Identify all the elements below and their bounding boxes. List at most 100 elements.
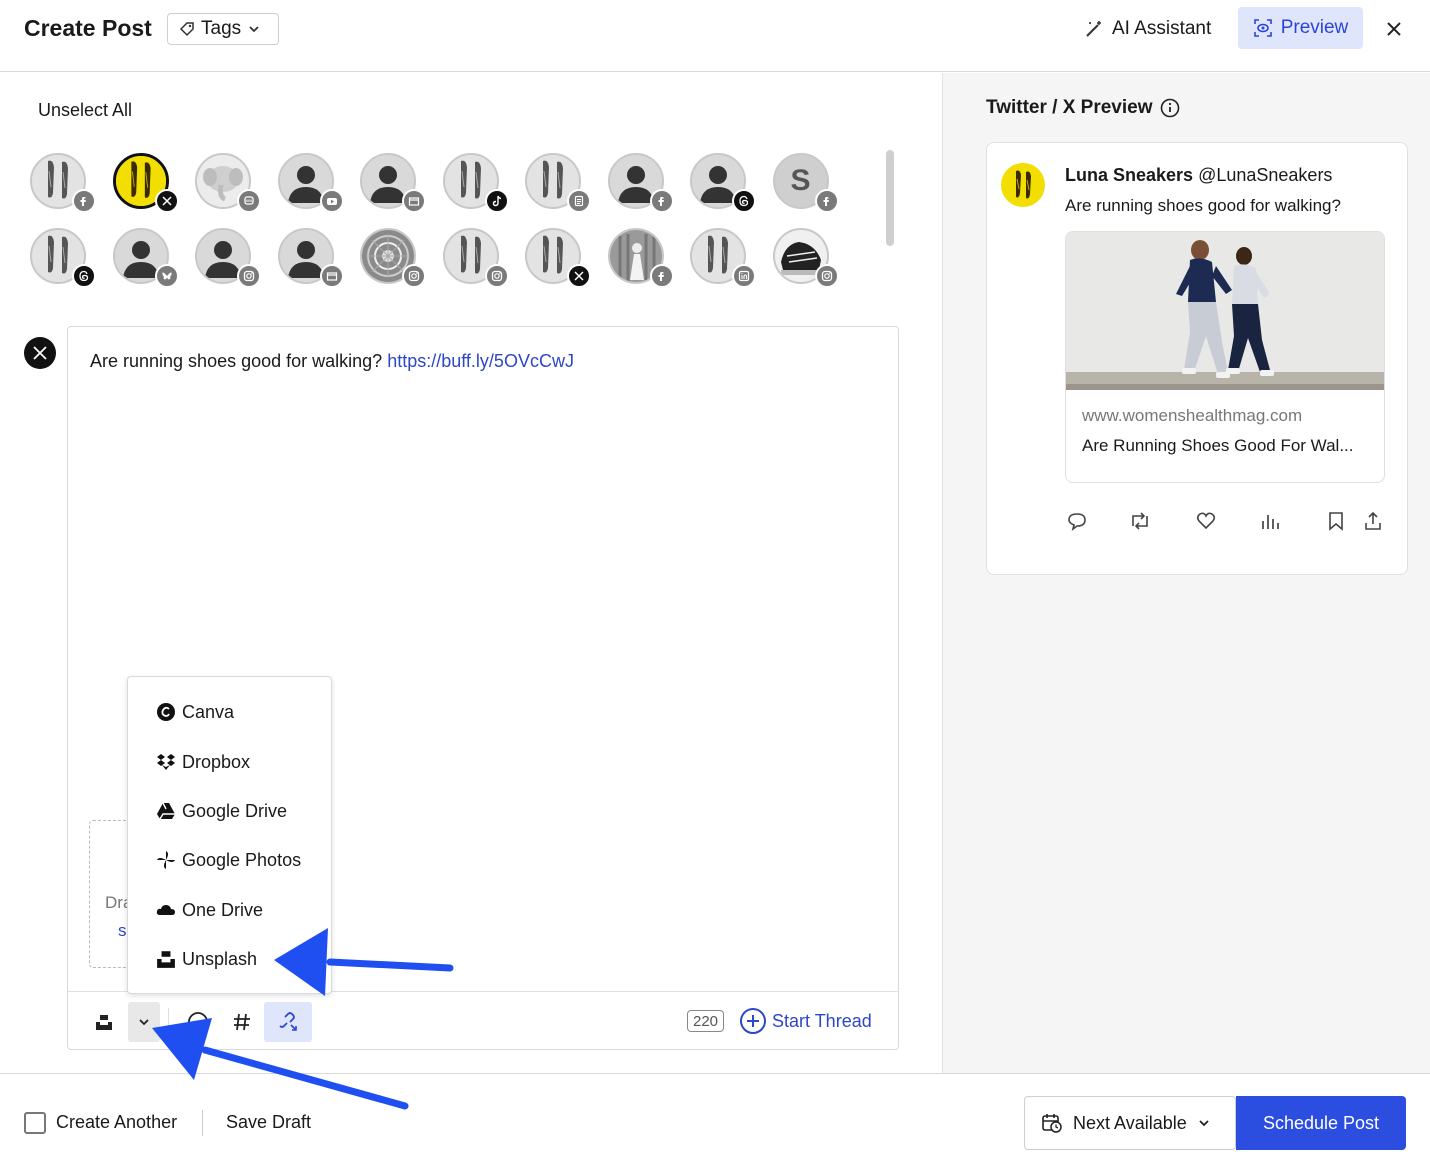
- dropzone-link[interactable]: s: [118, 921, 127, 941]
- create-another-label[interactable]: Create Another: [56, 1112, 177, 1133]
- unsplash-icon: [96, 1015, 112, 1030]
- chevron-down-icon: [139, 1019, 149, 1026]
- channel-avatar-facebook[interactable]: [30, 153, 96, 213]
- post-text-content: Are running shoes good for walking?: [90, 351, 383, 371]
- magic-wand-icon: [1086, 21, 1101, 37]
- channel-avatar-threads[interactable]: [690, 153, 756, 213]
- upload-unsplash-button[interactable]: [90, 1002, 118, 1042]
- walking-women-photo: [1066, 232, 1384, 390]
- channel-avatar-instagram[interactable]: [442, 228, 509, 288]
- handle: @LunaSneakers: [1198, 165, 1333, 185]
- channel-avatar-google-business[interactable]: [360, 153, 426, 213]
- reply-icon: [1068, 513, 1086, 531]
- create-post-window: Create Post Tags AI Assistant Preview Un…: [0, 0, 1430, 1162]
- menu-item-label: One Drive: [182, 899, 264, 920]
- save-draft-button[interactable]: Save Draft: [226, 1112, 311, 1133]
- channel-avatar-x[interactable]: [525, 228, 591, 288]
- instagram-icon: [484, 264, 509, 288]
- heart-icon: [1196, 512, 1216, 530]
- next-available-label: Next Available: [1073, 1112, 1187, 1133]
- channel-avatar-facebook[interactable]: S: [772, 153, 839, 213]
- channel-avatar-instagram[interactable]: [772, 228, 839, 288]
- channel-avatar-instagram[interactable]: [360, 228, 426, 288]
- menu-item-unsplash[interactable]: Unsplash: [156, 944, 257, 974]
- tags-button[interactable]: Tags: [167, 13, 279, 45]
- emoji-button[interactable]: [184, 1002, 212, 1042]
- menu-item-label: Google Drive: [182, 800, 288, 821]
- one-drive-icon: [156, 905, 175, 915]
- channel-avatar-youtube[interactable]: [277, 153, 344, 213]
- linkedin-icon: [732, 264, 756, 288]
- link-shortener-toggle[interactable]: [264, 1002, 312, 1042]
- tweet-preview-card: Luna Sneakers @LunaSneakers Are running …: [986, 142, 1408, 575]
- preview-title: Twitter / X Preview: [986, 97, 1180, 119]
- like-action[interactable]: [1194, 509, 1218, 533]
- chevron-down-icon: [1199, 1120, 1209, 1127]
- tag-icon: [179, 22, 194, 37]
- bar-chart-icon: [1262, 515, 1279, 529]
- ai-assistant-label: AI Assistant: [1112, 18, 1212, 39]
- youtube-icon: [319, 189, 344, 213]
- channel-list-scrollbar[interactable]: [886, 150, 894, 246]
- link-shorten-icon: [279, 1012, 297, 1031]
- menu-item-google-photos[interactable]: Google Photos: [156, 845, 301, 875]
- create-another-checkbox[interactable]: [24, 1112, 46, 1134]
- channel-avatar-bluesky[interactable]: [112, 228, 179, 288]
- menu-item-google-drive[interactable]: Google Drive: [156, 796, 287, 826]
- start-thread-button[interactable]: Start Thread: [739, 1006, 872, 1036]
- facebook-icon: [649, 264, 674, 288]
- menu-item-dropbox[interactable]: Dropbox: [156, 747, 250, 777]
- x-icon: [567, 264, 591, 288]
- x-channel-icon: [24, 337, 56, 369]
- channel-avatar-facebook[interactable]: [607, 228, 674, 288]
- upload-source-dropdown-button[interactable]: [128, 1002, 160, 1042]
- link-preview-image: [1066, 232, 1384, 390]
- instagram-icon: [237, 264, 261, 288]
- channel-avatar-facebook[interactable]: [607, 153, 674, 213]
- link-title: Are Running Shoes Good For Wal...: [1082, 436, 1354, 455]
- preview-panel: Twitter / X Preview Luna Sneakers @LunaS…: [942, 73, 1430, 1073]
- link-domain: www.womenshealthmag.com: [1082, 406, 1303, 425]
- ai-assistant-button[interactable]: AI Assistant: [1084, 14, 1211, 44]
- menu-item-one-drive[interactable]: One Drive: [156, 895, 263, 925]
- views-action[interactable]: [1258, 509, 1282, 533]
- share-action[interactable]: [1361, 509, 1385, 533]
- channel-avatar-instagram[interactable]: [195, 228, 261, 288]
- tweet-actions: [1065, 509, 1395, 533]
- hashtag-button[interactable]: [228, 1002, 256, 1042]
- post-link[interactable]: https://buff.ly/5OVcCwJ: [387, 351, 574, 371]
- channel-avatar-x[interactable]: [112, 153, 179, 213]
- instagram-icon: [814, 264, 839, 288]
- google-drive-icon: [157, 802, 175, 820]
- close-button[interactable]: [1381, 16, 1407, 42]
- x-icon: [154, 189, 179, 213]
- channel-avatar-linkedin[interactable]: [690, 228, 756, 288]
- menu-item-canva[interactable]: Canva: [156, 697, 234, 727]
- unselect-all-button[interactable]: Unselect All: [38, 100, 132, 121]
- link-preview-card[interactable]: www.womenshealthmag.com Are Running Shoe…: [1065, 231, 1385, 483]
- tiktok-icon: [484, 189, 509, 213]
- google-photos-icon: [157, 851, 175, 869]
- info-icon[interactable]: [1160, 98, 1180, 118]
- channel-avatar-start-page[interactable]: [525, 153, 591, 213]
- preview-button[interactable]: Preview: [1238, 7, 1363, 49]
- bookmark-action[interactable]: [1324, 509, 1348, 533]
- footer-divider: [202, 1110, 203, 1136]
- retweet-action[interactable]: [1128, 509, 1152, 533]
- emoji-icon: [188, 1012, 208, 1032]
- eye-scan-icon: [1253, 19, 1272, 37]
- schedule-post-button[interactable]: Schedule Post: [1236, 1096, 1406, 1150]
- hashtag-icon: [234, 1013, 250, 1031]
- channel-avatar-tiktok[interactable]: [442, 153, 509, 213]
- reply-action[interactable]: [1065, 509, 1089, 533]
- threads-icon: [732, 189, 756, 213]
- channel-avatar-threads[interactable]: [30, 228, 96, 288]
- facebook-icon: [649, 189, 674, 213]
- retweet-icon: [1132, 512, 1148, 530]
- channel-avatar-mastodon[interactable]: [195, 153, 261, 213]
- dropbox-icon: [157, 754, 175, 770]
- post-text-area[interactable]: Are running shoes good for walking? http…: [90, 351, 574, 372]
- mastodon-icon: [237, 189, 261, 213]
- next-available-dropdown[interactable]: Next Available: [1024, 1096, 1236, 1150]
- channel-avatar-google-business[interactable]: [277, 228, 344, 288]
